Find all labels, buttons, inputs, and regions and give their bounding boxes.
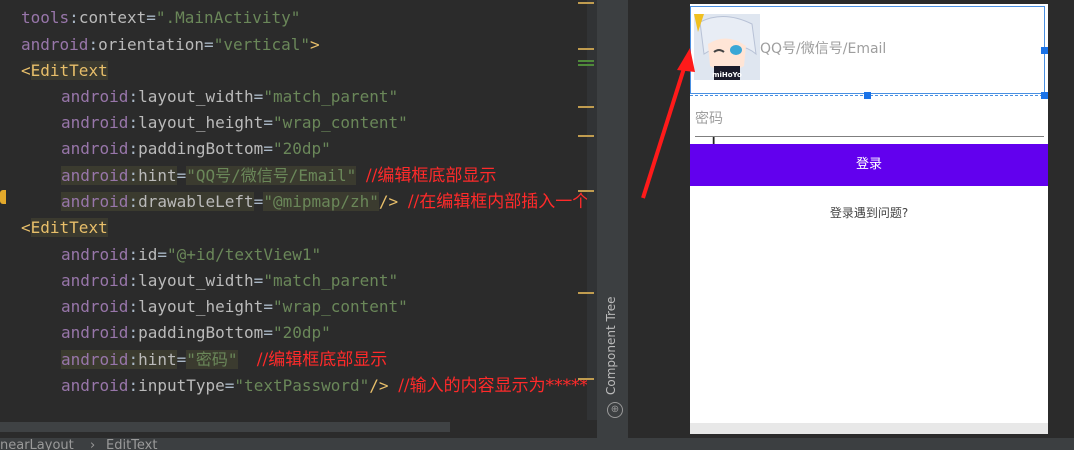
breadcrumb-item[interactable]: EditText [106,439,157,450]
breadcrumb: nearLayout › EditText [0,438,1074,450]
breadcrumb-item[interactable]: nearLayout [0,439,74,450]
annotation-arrow [641,48,695,199]
breadcrumb-separator: › [90,438,96,450]
